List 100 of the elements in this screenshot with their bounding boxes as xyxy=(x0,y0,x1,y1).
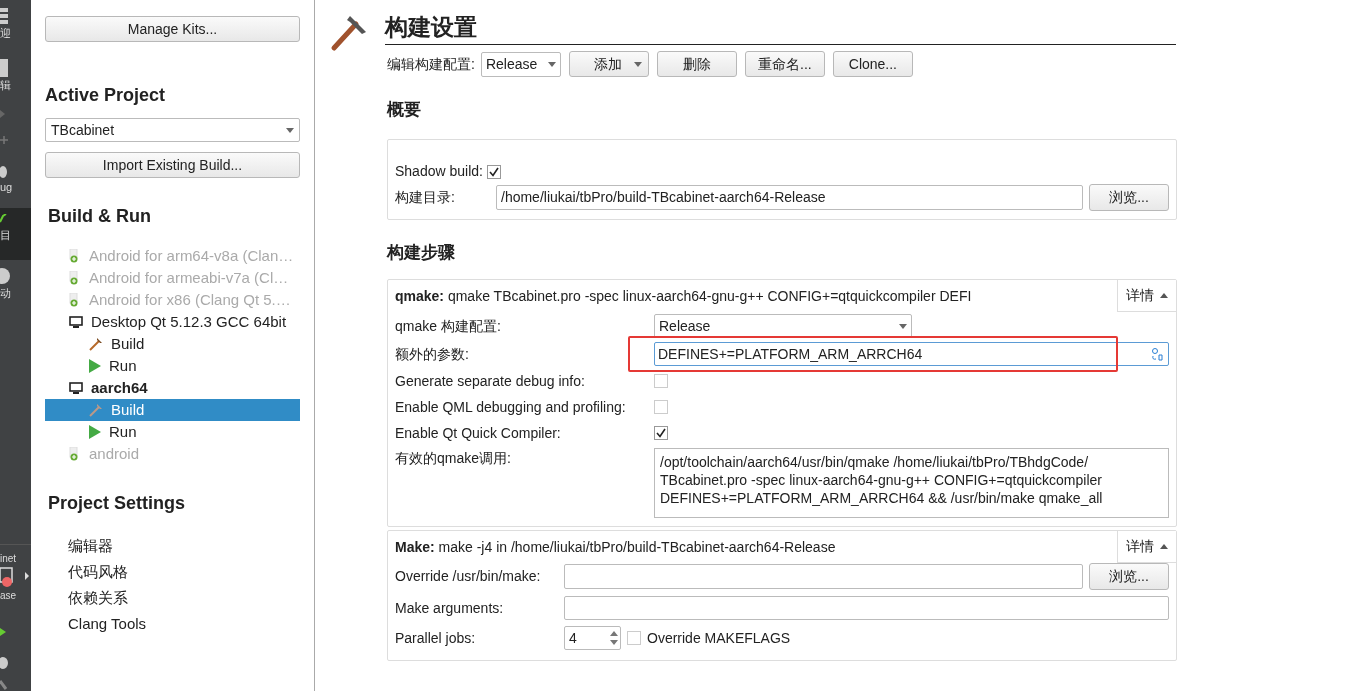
mode-label: 目 xyxy=(0,228,11,242)
mode-label: ug xyxy=(0,180,13,194)
mode-button[interactable]: 动 xyxy=(0,260,31,312)
field-label: Enable Qt Quick Compiler: xyxy=(395,423,562,443)
settings-item[interactable]: 编辑器 xyxy=(68,535,300,557)
toolbar-button[interactable]: 重命名... xyxy=(744,51,825,77)
browse-button[interactable]: 浏览... xyxy=(1089,183,1169,211)
toolbar-button[interactable]: Clone... xyxy=(832,51,913,77)
section-heading: Build & Run xyxy=(48,205,152,228)
qmake-command-text: /opt/toolchain/aarch64/usr/bin/qmake /home/liukai/tbPro/TBhdgCode/ TBcabinet.pro -spec linux-aarch64-gnu-g++ CONFIG+=qtquickcompiler DEFINES+=PLATFORM_ARM_ARRCH64 && /usr/bin/make qmake_all xyxy=(654,448,1169,518)
checkbox[interactable] xyxy=(627,631,641,645)
tree-item[interactable]: Build xyxy=(45,399,300,421)
caret-icon xyxy=(1160,293,1168,298)
tree-label: Build xyxy=(111,399,145,420)
import-build-button[interactable]: Import Existing Build... xyxy=(45,152,300,178)
page-title: 构建设置 xyxy=(385,12,1176,45)
target-icon[interactable] xyxy=(0,566,30,588)
section-heading: 构建步骤 xyxy=(387,241,456,264)
field-label: Enable QML debugging and profiling: xyxy=(395,397,627,417)
tree-label: Android for arm64-v8a (Clan… xyxy=(89,245,294,266)
project-select-value: TBcabinet xyxy=(51,120,115,140)
check-icon xyxy=(656,428,666,438)
document-icon xyxy=(0,58,10,78)
caret-icon xyxy=(899,323,907,329)
manage-kits-button[interactable]: Manage Kits... xyxy=(45,16,300,42)
browse-button[interactable]: 浏览... xyxy=(1089,563,1169,590)
make-path-field[interactable] xyxy=(564,564,1083,589)
select-value: Release xyxy=(659,316,711,336)
caret-icon xyxy=(547,61,556,67)
play-icon xyxy=(89,359,101,373)
mode-button[interactable]: 辑 xyxy=(0,52,31,104)
add-kit-icon xyxy=(69,249,81,263)
config-label: 编辑构建配置: xyxy=(387,54,475,74)
section-heading: Active Project xyxy=(45,84,167,107)
mode-label: 辑 xyxy=(0,78,11,92)
tree-item[interactable]: Desktop Qt 5.12.3 GCC 64bit xyxy=(45,311,300,333)
mode-button[interactable]: 迎 xyxy=(0,0,31,52)
settings-item[interactable]: 依赖关系 xyxy=(68,587,300,609)
play-icon xyxy=(89,425,101,439)
makeflags-label: Override MAKEFLAGS xyxy=(647,628,791,648)
field-label: Generate separate debug info: xyxy=(395,371,586,391)
make-arguments-field[interactable] xyxy=(564,596,1169,620)
build-icon[interactable] xyxy=(0,679,10,691)
tree-label: Build xyxy=(111,333,145,354)
caret-icon xyxy=(286,127,294,133)
caret-icon xyxy=(1160,544,1168,549)
toolbar-button[interactable]: 添加 xyxy=(568,51,649,77)
tree-label: Android for armeabi-v7a (Cl… xyxy=(89,267,289,288)
mode-button[interactable]: 目 xyxy=(0,208,31,260)
config-select-value: Release xyxy=(485,54,538,74)
add-kit-icon xyxy=(69,293,81,307)
grid-icon xyxy=(0,6,10,26)
field-label: Make arguments: xyxy=(395,598,505,618)
field-label: 有效的qmake调用: xyxy=(395,449,512,468)
spinbox-value: 4 xyxy=(569,628,577,648)
settings-item[interactable]: 代码风格 xyxy=(68,561,300,583)
caret-icon xyxy=(633,61,642,67)
checkbox[interactable] xyxy=(654,426,668,440)
add-kit-icon xyxy=(69,447,81,461)
checkbox[interactable] xyxy=(486,164,501,179)
check-icon xyxy=(488,166,499,177)
section-heading: Project Settings xyxy=(48,492,187,515)
tree-label: aarch64 xyxy=(91,377,148,398)
tree-item[interactable]: Build xyxy=(45,333,300,355)
tree-label: Android for x86 (Clang Qt 5.… xyxy=(89,289,291,310)
tree-label: Run xyxy=(109,355,137,376)
mode-button[interactable]: ug xyxy=(0,156,31,208)
extra-arguments-field[interactable]: DEFINES+=PLATFORM_ARM_ARRCH64 xyxy=(654,342,1169,366)
settings-item[interactable]: Clang Tools xyxy=(68,613,300,635)
tree-label: Run xyxy=(109,421,137,442)
project-select[interactable]: TBcabinet xyxy=(45,118,300,142)
monitor-icon xyxy=(69,315,83,329)
details-button[interactable]: 详情 xyxy=(1117,531,1176,563)
debug-run-icon[interactable] xyxy=(0,655,10,671)
field-label: qmake 构建配置: xyxy=(395,316,502,336)
monitor-icon xyxy=(69,381,83,395)
field-value: DEFINES+=PLATFORM_ARM_ARRCH64 xyxy=(658,344,923,364)
tree-label: android xyxy=(89,443,140,464)
step-summary: Make: make -j4 in /home/liukai/tbPro/build-TBcabinet-aarch64-Release xyxy=(395,538,836,557)
tree-item[interactable]: Run xyxy=(45,421,300,443)
target-config-label: ase xyxy=(0,589,18,603)
parallel-jobs-spinbox[interactable]: 4 xyxy=(564,626,621,650)
qmake-config-select[interactable]: Release xyxy=(654,314,912,338)
tree-item[interactable]: Run xyxy=(45,355,300,377)
add-kit-icon xyxy=(69,271,81,285)
tree-label: Desktop Qt 5.12.3 GCC 64bit xyxy=(91,311,287,332)
toolbar-button[interactable]: 删除 xyxy=(656,51,737,77)
config-select[interactable]: Release xyxy=(480,51,561,77)
checkbox[interactable] xyxy=(654,400,668,414)
details-button[interactable]: 详情 xyxy=(1117,280,1176,312)
hammer-icon xyxy=(89,403,103,417)
checkbox[interactable] xyxy=(654,374,668,388)
field-label: 额外的参数: xyxy=(395,344,470,364)
field-label: Parallel jobs: xyxy=(395,628,477,648)
mode-label: 迎 xyxy=(0,26,11,40)
tree-item[interactable]: aarch64 xyxy=(45,377,300,399)
build-dir-label: 构建目录: xyxy=(395,187,456,207)
target-project-label: inet xyxy=(0,552,18,566)
build-dir-field[interactable]: /home/liukai/tbPro/build-TBcabinet-aarch64-Release xyxy=(496,184,1083,210)
variables-icon[interactable] xyxy=(1149,347,1165,361)
